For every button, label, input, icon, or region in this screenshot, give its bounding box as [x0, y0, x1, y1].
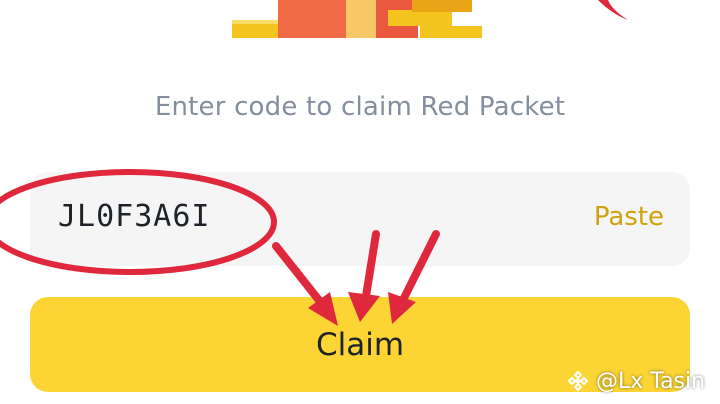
red-packet-illustration — [232, 0, 628, 38]
red-packet-claim-screen: Enter code to claim Red Packet JL0F3A6I … — [0, 0, 720, 404]
binance-logo-icon — [567, 370, 589, 392]
paste-button[interactable]: Paste — [594, 202, 664, 232]
code-input-value[interactable]: JL0F3A6I — [58, 199, 211, 234]
watermark-text: @Lx Tasin — [596, 368, 706, 394]
code-input-field[interactable]: JL0F3A6I Paste — [30, 172, 690, 266]
page-title: Enter code to claim Red Packet — [154, 92, 566, 122]
claim-button-label: Claim — [315, 327, 405, 363]
watermark: @Lx Tasin — [566, 366, 705, 396]
